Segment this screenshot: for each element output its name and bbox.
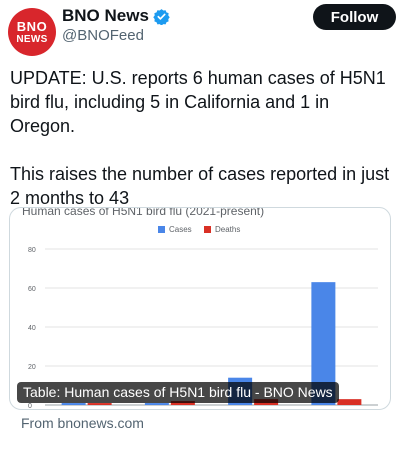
follow-button[interactable]: Follow	[313, 4, 396, 30]
y-tick-label: 0	[28, 403, 32, 410]
y-tick-label: 80	[28, 247, 36, 254]
legend-swatch-cases	[158, 226, 165, 233]
legend-swatch-deaths	[204, 226, 211, 233]
name-row: BNO News	[62, 6, 170, 26]
tweet-header: BNO NEWS BNO News @BNOFeed Follow	[0, 0, 400, 60]
avatar[interactable]: BNO NEWS	[8, 8, 56, 56]
media-card[interactable]: Human cases of H5N1 bird flu (2021-prese…	[9, 207, 391, 410]
source-link[interactable]: From bnonews.com	[21, 415, 144, 431]
bar-deaths-2021	[87, 403, 112, 405]
avatar-text-news: NEWS	[16, 33, 48, 45]
display-name[interactable]: BNO News	[62, 6, 149, 26]
y-tick-label: 40	[28, 325, 36, 332]
legend-label-deaths: Deaths	[215, 225, 240, 234]
avatar-text-bno: BNO	[16, 18, 48, 34]
tweet-paragraph: UPDATE: U.S. reports 6 human cases of H5…	[10, 68, 386, 136]
legend-label-cases: Cases	[169, 225, 192, 234]
verified-badge-icon	[153, 8, 170, 25]
y-tick-label: 20	[28, 364, 36, 371]
chart-title: Human cases of H5N1 bird flu (2021-prese…	[22, 208, 264, 218]
bar-cases-2022	[144, 403, 169, 405]
image-caption[interactable]: Table: Human cases of H5N1 bird flu - BN…	[17, 382, 339, 403]
account-handle[interactable]: @BNOFeed	[62, 27, 144, 44]
bar-chart: Human cases of H5N1 bird flu (2021-prese…	[22, 208, 378, 410]
tweet-paragraph: This raises the number of cases reported…	[10, 164, 390, 208]
bar-deaths-2024	[337, 399, 362, 405]
y-tick-label: 60	[28, 286, 36, 293]
bar-cases-2021	[61, 403, 86, 405]
